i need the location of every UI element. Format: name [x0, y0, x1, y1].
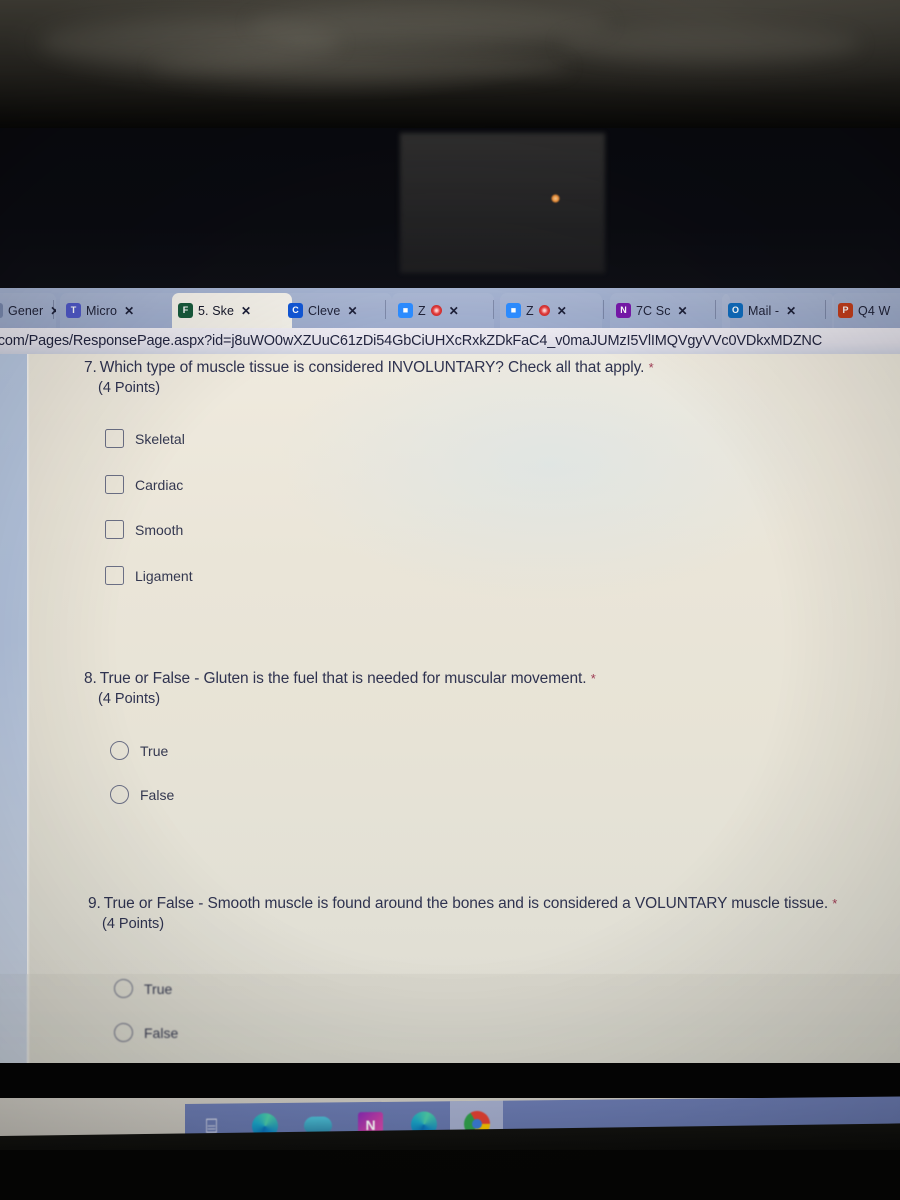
option-label: Ligament: [135, 567, 193, 584]
tab-separator: [825, 300, 826, 319]
tab-separator: [715, 300, 716, 319]
option-label: Cardiac: [135, 476, 184, 493]
zoom-icon: ■: [506, 303, 521, 318]
outlook-icon: O: [728, 303, 743, 318]
checkbox-icon[interactable]: [105, 475, 124, 494]
radio-icon[interactable]: [110, 785, 129, 804]
question-7-number: 7.: [84, 359, 97, 376]
browser-tab-1[interactable]: T Micro ✕: [60, 293, 182, 328]
tab-label: Cleve: [308, 303, 341, 318]
option-label: Skeletal: [135, 430, 185, 447]
option-label: True: [144, 980, 173, 997]
tab-label: Z: [526, 303, 534, 318]
photo-bottom-dark-area: [0, 1150, 900, 1200]
question-7-required-marker: *: [648, 360, 654, 375]
checkbox-option-smooth[interactable]: Smooth: [105, 520, 183, 539]
photo-shadow-gradient: [0, 954, 900, 1063]
checkbox-icon[interactable]: [105, 566, 124, 585]
browser-tab-6[interactable]: N 7C Sc ✕: [610, 293, 730, 328]
radio-icon[interactable]: [110, 741, 129, 760]
checkbox-option-cardiac[interactable]: Cardiac: [105, 475, 183, 494]
tab-label: Z: [418, 303, 426, 318]
tab-label: 7C Sc: [636, 303, 671, 318]
browser-window: Gener ✕ T Micro ✕ F 5. Ske ✕ C Cleve ✕ ■ Z ✕ ■ Z ✕ N 7C Sc…: [0, 288, 900, 1063]
question-8-points: (4 Points): [98, 691, 161, 708]
tab-close-button[interactable]: ✕: [124, 304, 134, 318]
zoom-icon: ■: [398, 303, 413, 318]
tab-close-button[interactable]: ✕: [347, 304, 357, 318]
page-left-rail: [0, 354, 27, 1063]
tab-label: Q4 W: [858, 303, 891, 318]
tab-separator: [53, 300, 54, 319]
page-rail-edge: [27, 354, 30, 1063]
tab-close-button[interactable]: ✕: [449, 304, 459, 318]
question-7-points: (4 Points): [98, 380, 161, 397]
question-block-9: 9. True or False - Smooth muscle is found…: [88, 894, 878, 932]
address-bar[interactable]: e.com/Pages/ResponsePage.aspx?id=j8uWO0w…: [0, 328, 900, 354]
radio-option-8-true[interactable]: True: [110, 741, 168, 760]
browser-tab-2[interactable]: F 5. Ske ✕: [172, 293, 292, 328]
question-9-points: (4 Points): [102, 916, 165, 933]
browser-tab-7[interactable]: O Mail - ✕: [722, 293, 834, 328]
question-7-body: Which type of muscle tissue is considere…: [99, 359, 645, 376]
question-8-number: 8.: [84, 670, 97, 687]
tab-label: Gener: [8, 303, 44, 318]
powerpoint-icon: P: [838, 303, 853, 318]
radio-icon[interactable]: [114, 1023, 133, 1042]
question-8-required-marker: *: [590, 671, 596, 686]
browser-tab-0[interactable]: Gener ✕: [0, 293, 56, 328]
tab-close-button[interactable]: ✕: [678, 304, 688, 318]
onenote-icon: N: [616, 303, 631, 318]
question-9-number: 9.: [88, 895, 101, 912]
checkbox-option-skeletal[interactable]: Skeletal: [105, 429, 185, 448]
webcam-led-icon: [551, 194, 560, 203]
forms-icon: F: [178, 303, 193, 318]
checkbox-option-ligament[interactable]: Ligament: [105, 566, 193, 585]
chrome-icon-center: [471, 1118, 482, 1129]
checkbox-icon[interactable]: [105, 520, 124, 539]
question-9-body: True or False - Smooth muscle is found a…: [103, 895, 829, 912]
tab-separator: [385, 300, 386, 319]
browser-tab-3[interactable]: C Cleve ✕: [282, 293, 392, 328]
radio-option-8-false[interactable]: False: [110, 785, 174, 804]
browser-tab-strip[interactable]: Gener ✕ T Micro ✕ F 5. Ske ✕ C Cleve ✕ ■ Z ✕ ■ Z ✕ N 7C Sc…: [0, 288, 900, 328]
bezel-reflection: [400, 133, 605, 273]
option-label: Smooth: [135, 521, 184, 538]
question-block-8: 8. True or False - Gluten is the fuel tha…: [84, 669, 824, 707]
question-8-body: True or False - Gluten is the fuel that …: [99, 670, 587, 687]
browser-tab-4[interactable]: ■ Z ✕: [392, 293, 494, 328]
laptop-photo: Gener ✕ T Micro ✕ F 5. Ske ✕ C Cleve ✕ ■ Z ✕ ■ Z ✕ N 7C Sc…: [0, 0, 900, 1200]
tab-label: 5. Ske: [198, 303, 235, 318]
screen-glare: [120, 354, 880, 684]
browser-tab-8[interactable]: P Q4 W: [832, 293, 900, 328]
radio-option-9-true[interactable]: True: [114, 979, 172, 998]
question-9-text: 9. True or False - Smooth muscle is found…: [88, 894, 878, 914]
address-bar-url: e.com/Pages/ResponsePage.aspx?id=j8uWO0w…: [0, 333, 823, 349]
option-label: False: [140, 786, 175, 803]
radio-icon[interactable]: [114, 979, 133, 998]
radio-option-9-false[interactable]: False: [114, 1023, 178, 1042]
tab-close-button[interactable]: ✕: [241, 304, 251, 318]
question-8-text: 8. True or False - Gluten is the fuel tha…: [84, 669, 824, 689]
tab-close-button[interactable]: ✕: [786, 304, 796, 318]
tab-label: Micro: [86, 303, 118, 318]
question-7-text: 7. Which type of muscle tissue is conside…: [84, 358, 824, 378]
question-block-7: 7. Which type of muscle tissue is conside…: [84, 358, 824, 396]
clevelandclinic-icon: C: [288, 303, 303, 318]
browser-tab-5[interactable]: ■ Z ✕: [500, 293, 602, 328]
option-label: False: [144, 1024, 179, 1041]
recording-indicator-icon: [538, 305, 550, 316]
question-9-required-marker: *: [832, 896, 838, 911]
option-label: True: [140, 742, 169, 759]
checkbox-icon[interactable]: [105, 429, 124, 448]
tab-separator: [493, 300, 494, 319]
tab-label: Mail -: [748, 303, 780, 318]
generic-icon: [0, 303, 3, 318]
form-page: 7. Which type of muscle tissue is conside…: [0, 354, 900, 1063]
teams-icon: T: [66, 303, 81, 318]
tab-separator: [603, 300, 604, 319]
dark-room-background: [0, 0, 900, 132]
recording-indicator-icon: [430, 305, 442, 316]
tab-close-button[interactable]: ✕: [557, 304, 567, 318]
